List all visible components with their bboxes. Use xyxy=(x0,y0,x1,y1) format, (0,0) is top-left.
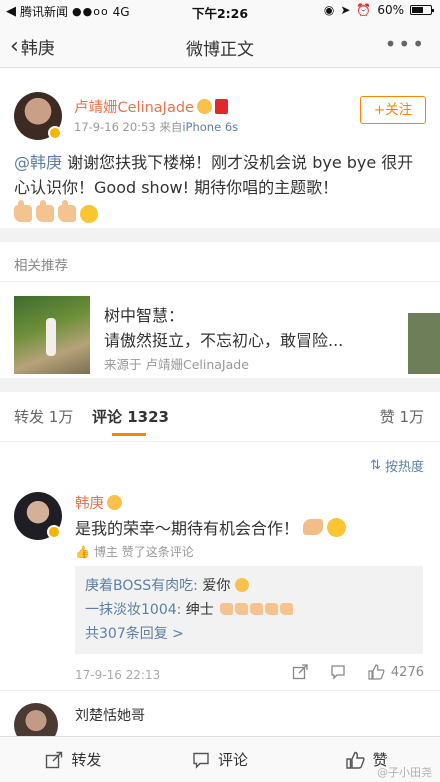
reply-preview[interactable]: 庚着BOSS有肉吃: 爱你 一抹淡妆1004: 绅士 共307条回复 > xyxy=(75,566,423,654)
member-emoji-icon xyxy=(196,99,212,114)
repost-button[interactable]: 转发 xyxy=(0,737,147,782)
commenter-name[interactable]: 刘楚恬她哥 xyxy=(75,705,145,725)
reply-item[interactable]: 庚着BOSS有肉吃: 爱你 xyxy=(85,574,413,598)
red-envelope-icon xyxy=(214,99,228,114)
thumbs-up-icon xyxy=(345,751,365,769)
comment-body: 是我的荣幸～期待有机会合作！ xyxy=(75,515,347,539)
reply-user[interactable]: 庚着BOSS有肉吃: xyxy=(85,578,198,594)
related-header: 相关推荐 xyxy=(0,242,440,282)
reply-comment-icon[interactable] xyxy=(330,664,346,680)
post-card: 卢靖姗CelinaJade 17-9-16 20:53 来自iPhone 6s … xyxy=(0,68,440,228)
related-source: 来源于 卢靖姗CelinaJade xyxy=(104,357,249,372)
sort-icon: ⇅ xyxy=(370,458,381,473)
battery-icon xyxy=(410,5,434,15)
thumbs-up-icon xyxy=(36,199,54,222)
thumbs-up-emoji-icons xyxy=(14,199,98,223)
related-card[interactable]: 树中智慧： 请傲然挺立，不忘初心，敢冒险... 来源于 卢靖姗CelinaJad… xyxy=(0,282,440,378)
source-prefix: 来自 xyxy=(159,120,183,134)
thumbs-up-icon xyxy=(265,603,279,615)
comment-item: 刘楚恬她哥 xyxy=(0,690,440,747)
comment-button[interactable]: 评论 xyxy=(147,737,294,782)
sort-label: 按热度 xyxy=(384,460,424,475)
clapping-emoji-icon xyxy=(303,519,324,535)
commenter-name-text: 韩庚 xyxy=(75,496,104,512)
related-header-label: 相关推荐 xyxy=(14,258,68,274)
tab-like[interactable]: 赞 1万 xyxy=(380,406,424,427)
follow-button[interactable]: +关注 xyxy=(360,96,426,124)
reply-user[interactable]: 一抹淡妆1004: xyxy=(85,602,181,618)
thumbs-up-icon xyxy=(280,603,294,615)
sort-by-hot-button[interactable]: ⇅ 按热度 xyxy=(370,456,424,475)
location-icon: ➤ xyxy=(340,3,351,17)
battery-percent: 60% xyxy=(377,3,404,17)
bottom-toolbar: 转发 评论 赞 xyxy=(0,736,440,782)
next-related-thumbnail[interactable] xyxy=(408,296,440,374)
related-subtitle: 请傲然挺立，不忘初心，敢冒险... xyxy=(104,331,344,350)
tab-comment[interactable]: 评论 1323 xyxy=(92,406,169,436)
post-body: @韩庚 谢谢您扶我下楼梯！刚才没机会说 bye bye 很开心认识你！Good … xyxy=(14,150,426,225)
thumbs-up-outline-icon xyxy=(368,664,385,680)
verified-badge-icon xyxy=(48,126,62,140)
related-title: 树中智慧： xyxy=(104,306,185,325)
comment-like-button[interactable]: 4276 xyxy=(368,664,424,680)
wink-emoji-icon xyxy=(80,204,98,223)
comment-item: 韩庚 是我的荣幸～期待有机会合作！ 👍 博主 赞了这条评论 庚着BOSS有肉吃:… xyxy=(0,482,440,690)
thumbs-up-icon xyxy=(220,603,234,615)
more-options-icon[interactable]: ••• xyxy=(385,32,426,56)
thumbs-up-icon xyxy=(14,199,32,222)
thumbs-up-icon xyxy=(235,603,249,615)
commenter-name[interactable]: 韩庚 xyxy=(75,492,122,513)
status-bar: ◀ 腾讯新闻 ●●oo 4G 下午2:26 ◉ ➤ ⏰ 60% xyxy=(0,0,440,22)
tab-repost[interactable]: 转发 1万 xyxy=(14,406,73,427)
member-emoji-icon xyxy=(107,495,122,510)
post-source[interactable]: iPhone 6s xyxy=(182,120,238,134)
more-replies-link[interactable]: 共307条回复 > xyxy=(85,622,413,646)
reply-item[interactable]: 一抹淡妆1004: 绅士 xyxy=(85,598,413,622)
nav-bar: ‹ 韩庚 微博正文 ••• xyxy=(0,22,440,68)
mention-link[interactable]: @韩庚 xyxy=(14,153,62,172)
author-name: 卢靖姗CelinaJade xyxy=(74,100,194,116)
repost-label: 转发 xyxy=(71,751,102,769)
alarm-icon: ⏰ xyxy=(356,3,372,17)
thumbs-up-icon xyxy=(58,199,76,222)
verified-badge-icon xyxy=(47,525,61,539)
share-comment-icon[interactable] xyxy=(292,664,308,680)
smile-emoji-icon xyxy=(327,517,347,537)
page-title: 微博正文 xyxy=(186,40,254,60)
interaction-tabs: 转发 1万 评论 1323 赞 1万 xyxy=(0,392,440,442)
lock-rotation-icon: ◉ xyxy=(323,3,335,17)
comment-date: 17-9-16 22:13 xyxy=(75,668,161,682)
comment-text: 是我的荣幸～期待有机会合作！ xyxy=(75,519,300,538)
watermark: @子小田尧 xyxy=(377,766,432,779)
reply-text: 绅士 xyxy=(181,602,214,618)
related-thumbnail[interactable] xyxy=(14,296,90,374)
post-text: 谢谢您扶我下楼梯！刚才没机会说 bye bye 很开心认识你！Good show… xyxy=(14,153,414,197)
comment-actions: 4276 xyxy=(292,664,424,680)
comment-like-count: 4276 xyxy=(390,664,424,680)
comment-icon xyxy=(193,752,209,769)
author-liked-text: 博主 赞了这条评论 xyxy=(93,545,194,559)
thumbs-up-icon xyxy=(250,603,264,615)
thumbs-up-outline-icon: 👍 xyxy=(75,544,90,559)
reply-text: 爱你 xyxy=(197,578,231,594)
post-author[interactable]: 卢靖姗CelinaJade xyxy=(74,96,228,117)
sort-bar: ⇅ 按热度 xyxy=(0,442,440,482)
comment-label: 评论 xyxy=(218,751,249,769)
kiss-emoji-icon xyxy=(234,578,249,592)
post-date: 17-9-16 20:53 xyxy=(74,120,156,134)
post-meta: 17-9-16 20:53 来自iPhone 6s xyxy=(74,119,238,135)
share-icon xyxy=(46,751,63,768)
author-liked-note: 👍 博主 赞了这条评论 xyxy=(75,543,194,560)
